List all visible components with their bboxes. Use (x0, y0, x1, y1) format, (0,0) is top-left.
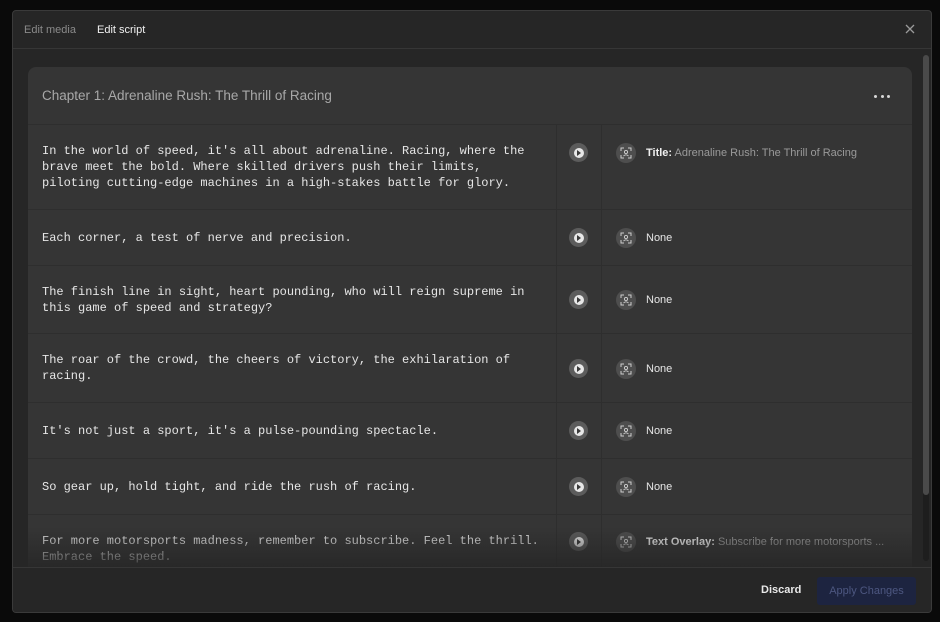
chapter-header: Chapter 1: Adrenaline Rush: The Thrill o… (28, 67, 912, 125)
media-cell: None (602, 334, 912, 402)
play-icon[interactable] (569, 477, 588, 496)
media-label: None (646, 425, 672, 437)
media-value: None (646, 425, 673, 437)
dialog-footer: Discard Apply Changes (13, 567, 931, 612)
edit-script-dialog: Edit media Edit script Chapter 1: Adrena… (12, 10, 932, 613)
scan-media-icon[interactable] (616, 228, 636, 248)
play-icon[interactable] (569, 290, 588, 309)
tab-edit-script[interactable]: Edit script (97, 24, 145, 36)
media-label: Title: Adrenaline Rush: The Thrill of Ra… (646, 147, 857, 159)
media-cell: None (602, 266, 912, 333)
media-type: Title: (646, 147, 673, 159)
script-text-content: The finish line in sight, heart pounding… (42, 284, 525, 315)
media-value: Adrenaline Rush: The Thrill of Racing (674, 147, 857, 159)
scan-media-icon[interactable] (616, 532, 636, 552)
media-value: None (646, 481, 673, 493)
apply-changes-button[interactable]: Apply Changes (817, 577, 916, 605)
media-value: None (646, 363, 673, 375)
scan-media-icon[interactable] (616, 290, 636, 310)
media-label: None (646, 294, 672, 306)
scrollbar-thumb[interactable] (923, 55, 929, 495)
script-text-content: In the world of speed, it's all about ad… (42, 144, 525, 190)
media-cell: None (602, 459, 912, 514)
script-text[interactable]: So gear up, hold tight, and ride the rus… (28, 459, 557, 514)
media-value: None (646, 232, 673, 244)
script-text-content: For more motorsports madness, remember t… (42, 534, 539, 564)
dialog-header: Edit media Edit script (13, 11, 931, 49)
script-text[interactable]: In the world of speed, it's all about ad… (28, 125, 557, 209)
media-label: Text Overlay: Subscribe for more motorsp… (646, 536, 884, 548)
script-row: For more motorsports madness, remember t… (28, 515, 912, 567)
play-icon[interactable] (569, 359, 588, 378)
tab-edit-media[interactable]: Edit media (24, 24, 76, 36)
script-text[interactable]: For more motorsports madness, remember t… (28, 515, 557, 567)
play-cell (557, 266, 602, 333)
script-text-content: It's not just a sport, it's a pulse-poun… (42, 423, 439, 438)
scan-media-icon[interactable] (616, 421, 636, 441)
script-row: It's not just a sport, it's a pulse-poun… (28, 403, 912, 459)
media-cell: None (602, 403, 912, 458)
play-icon[interactable] (569, 532, 588, 551)
media-cell: None (602, 210, 912, 265)
script-row: In the world of speed, it's all about ad… (28, 125, 912, 210)
close-icon[interactable] (903, 22, 917, 36)
media-label: None (646, 481, 672, 493)
play-cell (557, 515, 602, 567)
play-cell (557, 403, 602, 458)
discard-button[interactable]: Discard (761, 584, 801, 596)
script-text[interactable]: It's not just a sport, it's a pulse-poun… (28, 403, 557, 458)
script-text[interactable]: The roar of the crowd, the cheers of vic… (28, 334, 557, 402)
media-value: Subscribe for more motorsports ... (717, 536, 885, 548)
script-text[interactable]: Each corner, a test of nerve and precisi… (28, 210, 557, 265)
script-text-content: Each corner, a test of nerve and precisi… (42, 230, 352, 245)
media-label: None (646, 363, 672, 375)
script-row: The finish line in sight, heart pounding… (28, 266, 912, 334)
media-cell: Title: Adrenaline Rush: The Thrill of Ra… (602, 125, 912, 209)
play-icon[interactable] (569, 143, 588, 162)
play-cell (557, 125, 602, 209)
script-row: So gear up, hold tight, and ride the rus… (28, 459, 912, 515)
script-text-content: So gear up, hold tight, and ride the rus… (42, 479, 417, 494)
script-text-content: The roar of the crowd, the cheers of vic… (42, 353, 511, 383)
play-icon[interactable] (569, 228, 588, 247)
more-options-icon[interactable] (874, 89, 890, 103)
scan-media-icon[interactable] (616, 477, 636, 497)
play-cell (557, 459, 602, 514)
play-icon[interactable] (569, 421, 588, 440)
chapter-card: Chapter 1: Adrenaline Rush: The Thrill o… (28, 67, 912, 567)
media-type: Text Overlay: (646, 536, 715, 548)
media-cell: Text Overlay: Subscribe for more motorsp… (602, 515, 912, 567)
chapter-title: Chapter 1: Adrenaline Rush: The Thrill o… (42, 88, 332, 103)
script-text[interactable]: The finish line in sight, heart pounding… (28, 266, 557, 333)
scan-media-icon[interactable] (616, 143, 636, 163)
play-cell (557, 210, 602, 265)
scrollbar[interactable] (923, 55, 929, 561)
play-cell (557, 334, 602, 402)
scan-media-icon[interactable] (616, 359, 636, 379)
script-row: The roar of the crowd, the cheers of vic… (28, 334, 912, 403)
script-row: Each corner, a test of nerve and precisi… (28, 210, 912, 266)
script-scroll-area[interactable]: Chapter 1: Adrenaline Rush: The Thrill o… (13, 49, 931, 567)
media-value: None (646, 294, 673, 306)
media-label: None (646, 232, 672, 244)
